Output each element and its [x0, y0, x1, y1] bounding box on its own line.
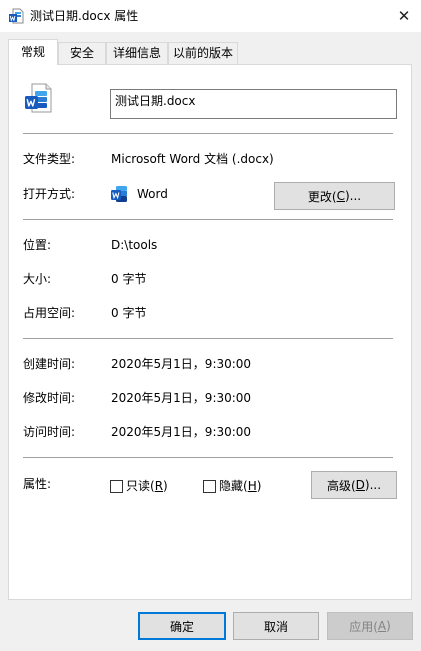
tab-label: 以前的版本	[172, 46, 233, 60]
button-label: 确定	[169, 619, 194, 634]
size-value: 0 字节	[111, 272, 147, 286]
word-app-icon	[110, 185, 128, 203]
window-title: 测试日期.docx 属性	[30, 9, 139, 23]
checkbox-text: )	[256, 479, 262, 493]
disk-size-label: 占用空间:	[23, 306, 76, 320]
apply-button[interactable]: 应用(A)	[327, 612, 413, 640]
title-bar: 测试日期.docx 属性 ✕	[0, 0, 421, 32]
checkbox-text: 隐藏(	[219, 479, 248, 493]
location-label: 位置:	[23, 238, 52, 252]
separator	[23, 338, 393, 339]
word-doc-icon	[8, 8, 24, 24]
checkbox-text: 只读(	[126, 479, 155, 493]
created-label: 创建时间:	[23, 357, 76, 371]
tab-label: 详细信息	[112, 46, 161, 60]
close-button[interactable]: ✕	[388, 4, 420, 28]
tab-general[interactable]: 常规	[8, 39, 58, 65]
hidden-label: 隐藏(H)	[219, 478, 261, 494]
filename-value: 测试日期.docx	[115, 94, 196, 108]
modified-value: 2020年5月1日，9:30:00	[111, 391, 252, 405]
cancel-button[interactable]: 取消	[233, 612, 319, 640]
file-type-value: Microsoft Word 文档 (.docx)	[111, 152, 274, 166]
readonly-checkbox[interactable]	[110, 479, 123, 493]
change-button[interactable]: 更改(C)...	[274, 182, 395, 210]
checkbox-accesskey: R	[154, 479, 164, 493]
button-label: 高级(	[326, 478, 356, 493]
button-label: )	[386, 619, 391, 633]
hidden-checkbox[interactable]	[203, 479, 216, 493]
accessed-label: 访问时间:	[23, 425, 76, 439]
disk-size-value: 0 字节	[111, 306, 147, 320]
button-label: )...	[364, 478, 382, 492]
accessed-value: 2020年5月1日，9:30:00	[111, 425, 252, 439]
button-label: )...	[344, 189, 362, 203]
hidden-checkbox-group[interactable]: 隐藏(H)	[203, 478, 261, 494]
tab-label: 常规	[20, 45, 45, 59]
modified-label: 修改时间:	[23, 391, 76, 405]
filename-input[interactable]: 测试日期.docx	[110, 89, 397, 119]
checkbox-text: )	[163, 479, 168, 493]
button-accesskey: D	[355, 478, 365, 492]
button-label: 取消	[263, 619, 288, 634]
open-with-label: 打开方式:	[23, 187, 76, 201]
tab-security[interactable]: 安全	[58, 42, 106, 64]
location-value: D:\tools	[111, 238, 158, 252]
created-value: 2020年5月1日，9:30:00	[111, 357, 252, 371]
tab-details[interactable]: 详细信息	[106, 42, 168, 64]
button-accesskey: A	[377, 619, 387, 633]
ok-button[interactable]: 确定	[138, 612, 226, 640]
attributes-label: 属性:	[23, 477, 52, 491]
tab-previous-versions[interactable]: 以前的版本	[168, 42, 238, 64]
word-doc-icon	[23, 82, 55, 114]
button-accesskey: C	[336, 189, 345, 203]
close-icon: ✕	[397, 7, 411, 25]
open-with-app-name: Word	[137, 187, 168, 201]
button-label: 应用(	[349, 619, 378, 634]
separator	[23, 457, 393, 458]
tab-label: 安全	[69, 46, 94, 60]
general-panel	[8, 64, 412, 600]
separator	[23, 219, 393, 220]
readonly-checkbox-group[interactable]: 只读(R)	[110, 478, 168, 494]
button-label: 更改(	[307, 189, 337, 204]
checkbox-accesskey: H	[247, 479, 257, 493]
size-label: 大小:	[23, 272, 52, 286]
separator	[23, 133, 393, 134]
advanced-button[interactable]: 高级(D)...	[311, 471, 397, 499]
file-type-label: 文件类型:	[23, 152, 76, 166]
readonly-label: 只读(R)	[126, 478, 168, 494]
